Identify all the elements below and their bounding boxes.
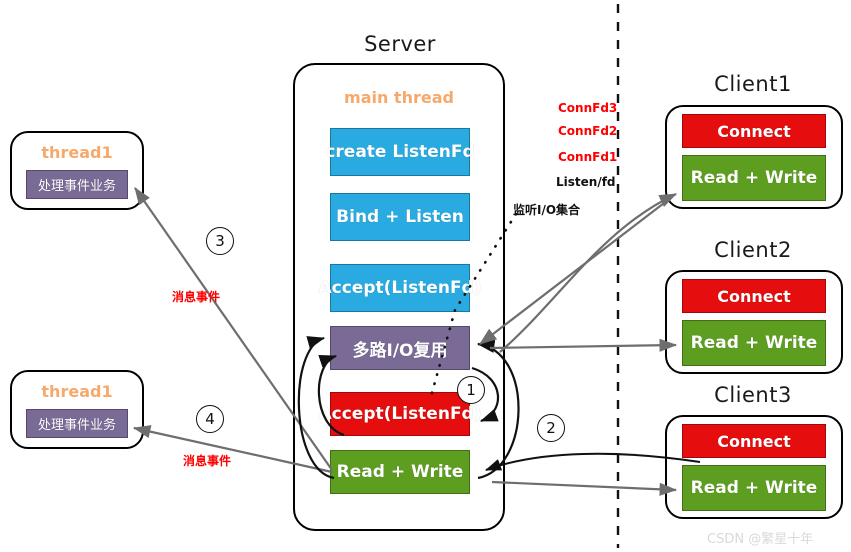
fd-set-caption: 监听I/O集合 [513,203,581,217]
arrow-server-to-client-2-readwrite [489,338,678,352]
marker-3: 3 [206,227,234,255]
fd-label-connfd1: ConnFd1 [558,150,618,164]
server-title: Server [364,32,436,56]
client-2-title: Client2 [714,238,792,262]
edge-label-msg-event-bottom: 消息事件 [183,454,232,468]
fd-label-connfd2: ConnFd2 [558,124,618,138]
server-step-accept-listenfd-red[interactable]: Accept(ListenFd) [319,392,482,436]
server-step-create-listenfd[interactable]: create ListenFd [325,128,475,176]
server-step-read-write[interactable]: Read + Write [330,450,470,494]
client-3-read-write[interactable]: Read + Write [682,465,826,511]
client-3-connect[interactable]: Connect [682,424,826,458]
fd-label-connfd3: ConnFd3 [558,101,618,115]
server-step-accept-listenfd-blue[interactable]: Accept(ListenFd) [319,264,482,312]
thread-2-task[interactable]: 处理事件业务 [26,409,128,438]
marker-1: 1 [457,376,485,404]
marker-4: 4 [196,405,224,433]
client-1-connect[interactable]: Connect [682,114,826,148]
thread-1-task[interactable]: 处理事件业务 [26,170,128,199]
diagram-canvas: Server main thread create ListenFd Bind … [0,0,851,552]
csdn-watermark: CSDN @繁星十年 [707,532,814,547]
client-2-read-write[interactable]: Read + Write [682,320,826,366]
client-3-title: Client3 [714,383,792,407]
server-step-bind-listen[interactable]: Bind + Listen [330,193,470,241]
server-step-io-multiplexing[interactable]: 多路I/O复用 [330,326,470,370]
arrow-server-to-client-3-readwrite [491,480,678,496]
marker-2: 2 [537,414,565,442]
edge-label-msg-event-top: 消息事件 [172,290,221,304]
main-thread-label: main thread [344,88,454,107]
thread-2-title: thread1 [41,382,113,401]
fd-label-listenfd: Listen/fd [556,175,616,189]
thread-1-title: thread1 [41,143,113,162]
client-1-read-write[interactable]: Read + Write [682,155,826,201]
client-2-connect[interactable]: Connect [682,279,826,313]
client-1-title: Client1 [714,72,792,96]
arrow-client-1-to-server-multiplexing [479,199,669,345]
